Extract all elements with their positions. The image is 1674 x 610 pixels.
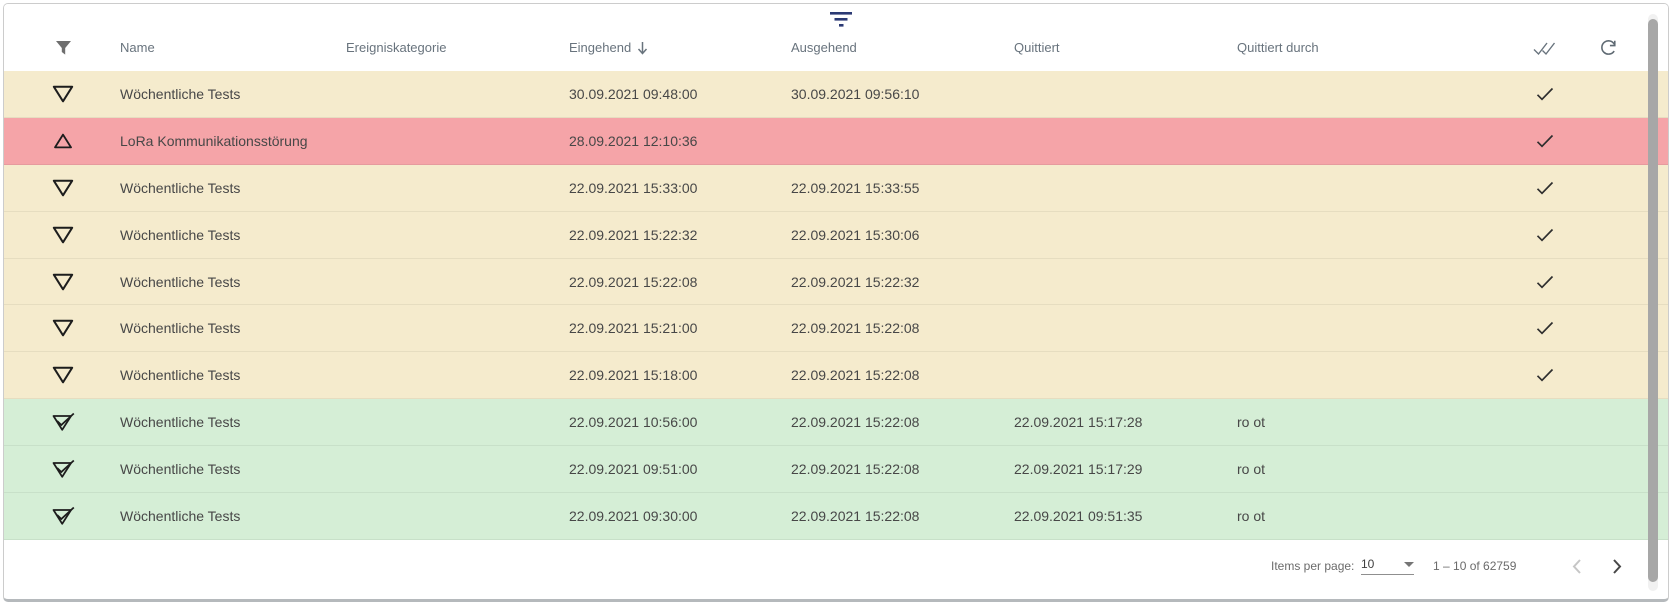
triangle-down-check-icon: [45, 506, 81, 525]
cell-name: Wöchentliche Tests: [120, 461, 240, 477]
chevron-left-icon: [1572, 558, 1582, 575]
chevron-right-icon: [1612, 558, 1622, 575]
cell-eingehend: 22.09.2021 15:33:00: [569, 180, 697, 196]
cell-name: Wöchentliche Tests: [120, 180, 240, 196]
triangle-down-icon: [45, 319, 81, 338]
cell-eingehend: 30.09.2021 09:48:00: [569, 86, 697, 102]
column-header-eingehend[interactable]: Eingehend: [569, 40, 648, 55]
cell-name: Wöchentliche Tests: [120, 227, 240, 243]
cell-eingehend: 22.09.2021 10:56:00: [569, 414, 697, 430]
cell-name: Wöchentliche Tests: [120, 274, 240, 290]
cell-eingehend: 22.09.2021 09:51:00: [569, 461, 697, 477]
table-row[interactable]: Wöchentliche Tests 22.09.2021 15:21:00 22.…: [4, 305, 1668, 352]
cell-eingehend: 22.09.2021 15:18:00: [569, 367, 697, 383]
items-per-page-value: 10: [1361, 557, 1374, 571]
sort-desc-icon: [637, 41, 648, 55]
cell-ausgehend: 22.09.2021 15:30:06: [791, 227, 919, 243]
cell-name: Wöchentliche Tests: [120, 414, 240, 430]
triangle-down-check-icon: [45, 460, 81, 479]
cell-ausgehend: 22.09.2021 15:22:08: [791, 508, 919, 524]
cell-ausgehend: 30.09.2021 09:56:10: [791, 86, 919, 102]
cell-quittiert-durch: ro ot: [1237, 461, 1265, 477]
row-checked-icon: [1528, 228, 1562, 242]
items-per-page-label: Items per page:: [1271, 559, 1354, 573]
column-header-quittiert[interactable]: Quittiert: [1014, 40, 1060, 55]
cell-name: Wöchentliche Tests: [120, 86, 240, 102]
cell-quittiert: 22.09.2021 15:17:28: [1014, 414, 1142, 430]
column-header-ausgehend[interactable]: Ausgehend: [791, 40, 857, 55]
row-checked-icon: [1528, 87, 1562, 101]
cell-ausgehend: 22.09.2021 15:22:08: [791, 367, 919, 383]
dropdown-caret-icon: [1404, 562, 1414, 567]
cell-ausgehend: 22.09.2021 15:33:55: [791, 180, 919, 196]
scrollbar-track[interactable]: [1648, 14, 1658, 591]
triangle-down-icon: [45, 272, 81, 291]
table-row[interactable]: Wöchentliche Tests 22.09.2021 09:30:00 22.…: [4, 493, 1668, 540]
previous-page-button: [1564, 553, 1590, 579]
paginator: Items per page: 10 1 – 10 of 62759: [4, 550, 1668, 582]
cell-ausgehend: 22.09.2021 15:22:08: [791, 461, 919, 477]
alarm-table-card: Name Ereigniskategorie Eingehend Ausgehe…: [3, 3, 1669, 602]
cell-ausgehend: 22.09.2021 15:22:08: [791, 320, 919, 336]
cell-quittiert: 22.09.2021 09:51:35: [1014, 508, 1142, 524]
next-page-button[interactable]: [1604, 553, 1630, 579]
triangle-down-check-icon: [45, 413, 81, 432]
column-header-quittiert-durch[interactable]: Quittiert durch: [1237, 40, 1319, 55]
table-body: Wöchentliche Tests 30.09.2021 09:48:00 30.…: [4, 71, 1668, 540]
filter-list-button[interactable]: [826, 8, 856, 30]
triangle-up-icon: [45, 133, 81, 149]
table-row[interactable]: Wöchentliche Tests 22.09.2021 09:51:00 22.…: [4, 446, 1668, 493]
cell-quittiert-durch: ro ot: [1237, 508, 1265, 524]
row-checked-icon: [1528, 321, 1562, 335]
refresh-button[interactable]: [1592, 35, 1622, 61]
triangle-down-icon: [45, 178, 81, 197]
column-header-eingehend-label: Eingehend: [569, 40, 631, 55]
items-per-page-select[interactable]: 10: [1361, 557, 1414, 575]
cell-quittiert: 22.09.2021 15:17:29: [1014, 461, 1142, 477]
cell-eingehend: 22.09.2021 09:30:00: [569, 508, 697, 524]
row-checked-icon: [1528, 368, 1562, 382]
triangle-down-icon: [45, 366, 81, 385]
triangle-down-icon: [45, 84, 81, 103]
column-header-name[interactable]: Name: [120, 40, 155, 55]
cell-eingehend: 22.09.2021 15:22:08: [569, 274, 697, 290]
row-checked-icon: [1528, 275, 1562, 289]
cell-ausgehend: 22.09.2021 15:22:32: [791, 274, 919, 290]
filter-funnel-button[interactable]: [45, 35, 81, 61]
cell-name: Wöchentliche Tests: [120, 320, 240, 336]
table-row[interactable]: Wöchentliche Tests 22.09.2021 10:56:00 22.…: [4, 399, 1668, 446]
filter-list-icon: [829, 10, 853, 28]
cell-eingehend: 22.09.2021 15:22:32: [569, 227, 697, 243]
table-row[interactable]: LoRa Kommunikationsstörung 28.09.2021 12:…: [4, 118, 1668, 165]
cell-eingehend: 28.09.2021 12:10:36: [569, 133, 697, 149]
cell-name: Wöchentliche Tests: [120, 367, 240, 383]
scrollbar-thumb[interactable]: [1648, 19, 1658, 582]
row-checked-icon: [1528, 181, 1562, 195]
double-check-icon: [1533, 41, 1557, 56]
page-range-label: 1 – 10 of 62759: [1433, 559, 1516, 573]
table-row[interactable]: Wöchentliche Tests 22.09.2021 15:33:00 22.…: [4, 165, 1668, 212]
row-checked-icon: [1528, 134, 1562, 148]
table-row[interactable]: Wöchentliche Tests 22.09.2021 15:22:08 22.…: [4, 259, 1668, 306]
triangle-down-icon: [45, 225, 81, 244]
cell-ausgehend: 22.09.2021 15:22:08: [791, 414, 919, 430]
cell-name: LoRa Kommunikationsstörung: [120, 133, 308, 149]
column-header-ereigniskategorie[interactable]: Ereigniskategorie: [346, 40, 446, 55]
funnel-icon: [55, 40, 72, 56]
refresh-icon: [1598, 39, 1617, 58]
table-row[interactable]: Wöchentliche Tests 22.09.2021 15:18:00 22.…: [4, 352, 1668, 399]
cell-eingehend: 22.09.2021 15:21:00: [569, 320, 697, 336]
acknowledge-all-button[interactable]: [1530, 35, 1560, 61]
cell-quittiert-durch: ro ot: [1237, 414, 1265, 430]
table-header: Name Ereigniskategorie Eingehend Ausgehe…: [4, 4, 1668, 71]
table-row[interactable]: Wöchentliche Tests 30.09.2021 09:48:00 30.…: [4, 71, 1668, 118]
table-row[interactable]: Wöchentliche Tests 22.09.2021 15:22:32 22.…: [4, 212, 1668, 259]
cell-name: Wöchentliche Tests: [120, 508, 240, 524]
